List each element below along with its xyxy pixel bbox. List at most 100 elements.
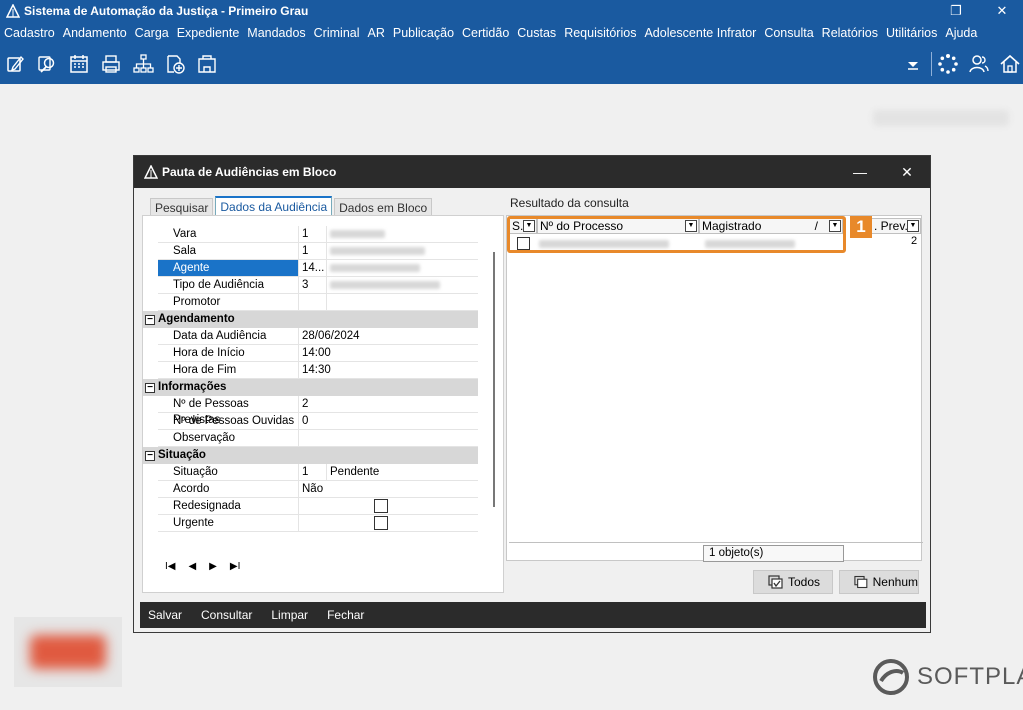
next-record-button[interactable]: ▶ xyxy=(209,561,217,572)
row-acordo[interactable]: Acordo Não xyxy=(158,481,478,498)
blurred-logo xyxy=(14,617,122,687)
filter-dropdown-icon[interactable]: ▼ xyxy=(907,220,919,232)
menu-cadastro[interactable]: Cadastro xyxy=(4,26,55,40)
menu-publicacao[interactable]: Publicação xyxy=(393,26,454,40)
blurred-user-info xyxy=(873,110,1009,126)
menu-carga[interactable]: Carga xyxy=(135,26,169,40)
toolbar-separator xyxy=(931,52,932,76)
brand-text: SOFTPLAN xyxy=(917,663,1023,690)
row-tipo-audiencia[interactable]: Tipo de Audiência 3 xyxy=(158,277,478,294)
row-data-audiencia[interactable]: Data da Audiência 28/06/2024 xyxy=(158,328,478,345)
section-situacao[interactable]: − Situação xyxy=(143,447,478,464)
calendar-icon[interactable] xyxy=(68,53,90,75)
loading-icon[interactable] xyxy=(937,53,959,75)
dialog-close-button[interactable]: ✕ xyxy=(885,156,929,188)
hierarchy-icon[interactable] xyxy=(132,53,154,75)
last-record-button[interactable]: ▶I xyxy=(230,561,240,572)
app-logo-icon xyxy=(6,4,20,18)
status-divider xyxy=(509,542,923,543)
row-promotor[interactable]: Promotor xyxy=(158,294,478,311)
select-none-button[interactable]: Nenhum xyxy=(839,570,919,594)
salvar-button[interactable]: Salvar xyxy=(148,608,182,622)
dialog-logo-icon xyxy=(144,165,158,179)
prev-record-button[interactable]: ◀ xyxy=(188,561,196,572)
dialog-title: Pauta de Audiências em Bloco xyxy=(162,165,337,179)
tab-dados-audiencia[interactable]: Dados da Audiência xyxy=(215,196,333,216)
menu-certidao[interactable]: Certidão xyxy=(462,26,509,40)
menu-ajuda[interactable]: Ajuda xyxy=(945,26,977,40)
menu-relatorios[interactable]: Relatórios xyxy=(822,26,878,40)
printer-icon[interactable] xyxy=(100,53,122,75)
search-icon[interactable] xyxy=(36,53,58,75)
pauta-dialog: Pauta de Audiências em Bloco — ✕ Pesquis… xyxy=(133,155,931,633)
check-all-icon xyxy=(768,575,783,589)
menu-custas[interactable]: Custas xyxy=(517,26,556,40)
row-redesignada[interactable]: Redesignada xyxy=(158,498,478,515)
softplan-brand: SOFTPLAN xyxy=(873,659,1023,695)
window-close-button[interactable]: ✕ xyxy=(982,0,1022,22)
folder-icon[interactable] xyxy=(196,53,218,75)
result-panel: Resultado da consulta S. ▼ Nº do Processo… xyxy=(504,196,924,595)
row-agente[interactable]: Agente 14... xyxy=(158,260,478,277)
tab-bar: Pesquisar Dados da Audiência Dados em Bl… xyxy=(150,196,434,216)
fechar-button[interactable]: Fechar xyxy=(327,608,364,622)
row-situacao[interactable]: Situação 1 Pendente xyxy=(158,464,478,481)
menu-utilitarios[interactable]: Utilitários xyxy=(886,26,937,40)
section-agendamento[interactable]: − Agendamento xyxy=(143,311,478,328)
step-badge: 1 xyxy=(850,216,872,238)
toolbar xyxy=(0,44,1023,84)
result-grid: S. ▼ Nº do Processo ▼ Magistrado / ▼ . Prev.… xyxy=(506,215,923,562)
highlight-box xyxy=(507,216,846,253)
add-doc-icon[interactable] xyxy=(164,53,186,75)
row-pessoas-previstas[interactable]: Nº de Pessoas Previstas 2 xyxy=(158,396,478,426)
uncheck-all-icon xyxy=(854,575,868,589)
window-titlebar: Sistema de Automação da Justiça - Primei… xyxy=(0,0,1023,22)
dialog-titlebar: Pauta de Audiências em Bloco — ✕ xyxy=(134,156,930,188)
row-vara[interactable]: Vara 1 xyxy=(158,226,478,243)
row-sala[interactable]: Sala 1 xyxy=(158,243,478,260)
row-urgente[interactable]: Urgente xyxy=(158,515,478,532)
window-title: Sistema de Automação da Justiça - Primei… xyxy=(24,4,309,18)
consultar-button[interactable]: Consultar xyxy=(201,608,252,622)
collapse-icon[interactable]: − xyxy=(145,450,155,461)
row-hora-inicio[interactable]: Hora de Início 14:00 xyxy=(158,345,478,362)
row-pessoas-ouvidas[interactable]: Nº de Pessoas Ouvidas 0 xyxy=(158,413,478,430)
record-navigator: I◀ ◀ ▶ ▶I xyxy=(165,561,240,572)
limpar-button[interactable]: Limpar xyxy=(271,608,308,622)
row-observacao[interactable]: Observação xyxy=(158,430,478,447)
menu-consulta[interactable]: Consulta xyxy=(764,26,813,40)
restore-button[interactable]: ❐ xyxy=(936,0,976,22)
tab-dados-bloco[interactable]: Dados em Bloco xyxy=(334,198,433,216)
menu-mandados[interactable]: Mandados xyxy=(247,26,305,40)
urgente-checkbox[interactable] xyxy=(374,516,388,530)
result-label: Resultado da consulta xyxy=(510,196,629,210)
menu-bar: Cadastro Andamento Carga Expediente Mand… xyxy=(0,22,1023,44)
menu-andamento[interactable]: Andamento xyxy=(63,26,127,40)
select-all-button[interactable]: Todos xyxy=(753,570,833,594)
users-icon[interactable] xyxy=(968,53,990,75)
softplan-logo-icon xyxy=(873,659,909,695)
tab-pesquisar[interactable]: Pesquisar xyxy=(150,198,214,216)
edit-icon[interactable] xyxy=(4,53,26,75)
dialog-footer: Salvar Consultar Limpar Fechar xyxy=(140,602,926,628)
first-record-button[interactable]: I◀ xyxy=(165,561,175,572)
row-hora-fim[interactable]: Hora de Fim 14:30 xyxy=(158,362,478,379)
prev-count: 2 xyxy=(911,235,918,247)
dialog-minimize-button[interactable]: — xyxy=(838,156,882,188)
object-count: 1 objeto(s) xyxy=(703,545,844,562)
vertical-scrollbar[interactable] xyxy=(493,252,495,507)
collapse-icon[interactable]: − xyxy=(145,314,155,325)
menu-adolescente-infrator[interactable]: Adolescente Infrator xyxy=(644,26,756,40)
col-prev[interactable]: . Prev. ▼ xyxy=(871,218,921,234)
dropdown-arrow-icon[interactable] xyxy=(902,53,924,75)
menu-ar[interactable]: AR xyxy=(368,26,385,40)
menu-criminal[interactable]: Criminal xyxy=(314,26,360,40)
home-icon[interactable] xyxy=(999,53,1021,75)
audiencia-properties-panel: Vara 1 Sala 1 Agente 14... Tipo de Audiênci… xyxy=(142,215,504,593)
redesignada-checkbox[interactable] xyxy=(374,499,388,513)
property-grid: Vara 1 Sala 1 Agente 14... Tipo de Audiênci… xyxy=(143,226,478,532)
menu-requisitorios[interactable]: Requisitórios xyxy=(564,26,636,40)
collapse-icon[interactable]: − xyxy=(145,382,155,393)
menu-expediente[interactable]: Expediente xyxy=(177,26,240,40)
section-informacoes[interactable]: − Informações xyxy=(143,379,478,396)
